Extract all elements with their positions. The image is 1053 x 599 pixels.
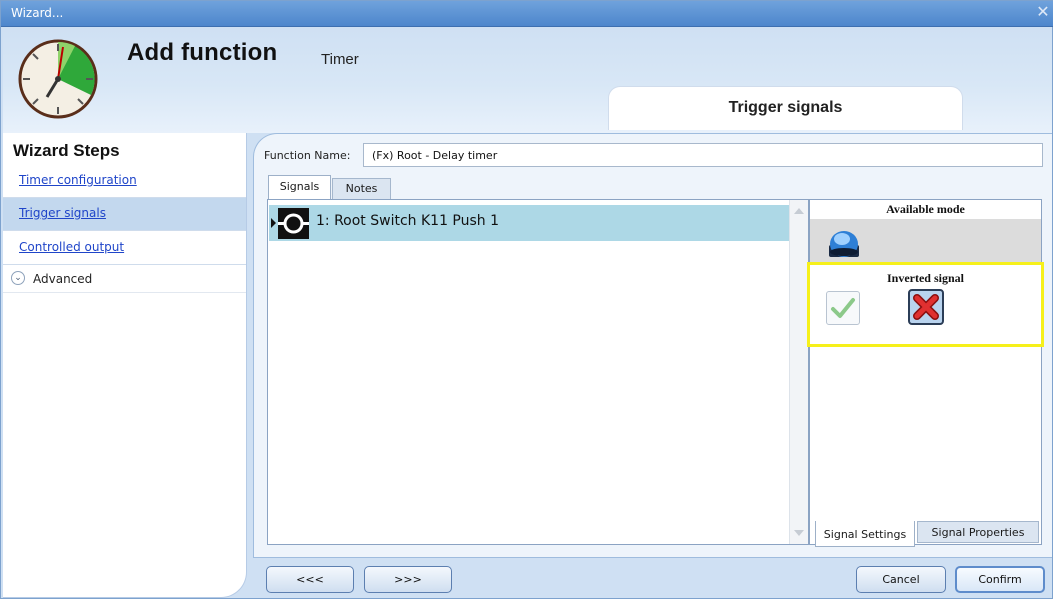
signal-list: 1: Root Switch K11 Push 1	[267, 199, 809, 545]
function-type-label: Timer	[321, 51, 359, 68]
green-check-icon	[831, 298, 855, 318]
advanced-section[interactable]: ⌄ Advanced	[3, 266, 246, 293]
sidebar-item-controlled-output[interactable]: Controlled output	[3, 232, 246, 265]
wizard-steps-panel: Wizard Steps Timer configuration Trigger…	[3, 133, 247, 598]
function-name-label: Function Name:	[264, 149, 351, 162]
blue-pushbutton-icon[interactable]	[827, 225, 861, 259]
wizard-steps-heading: Wizard Steps	[13, 141, 120, 160]
advanced-label: Advanced	[33, 272, 93, 286]
page-title: Add function	[127, 39, 278, 66]
sidebar-item-trigger-signals[interactable]: Trigger signals	[3, 198, 246, 231]
cancel-button[interactable]: Cancel	[856, 566, 946, 593]
title-bar: Wizard... ✕	[1, 1, 1053, 27]
current-step-label: Trigger signals	[728, 99, 843, 116]
window-title: Wizard...	[11, 6, 64, 20]
wizard-window: Wizard... ✕ Add function Timer Trigger s…	[0, 0, 1053, 599]
scroll-up-icon[interactable]	[794, 208, 804, 214]
available-mode-heading: Available mode	[810, 200, 1041, 218]
inverted-no-option[interactable]	[908, 289, 944, 325]
close-icon[interactable]: ✕	[1034, 3, 1052, 21]
scroll-down-icon[interactable]	[794, 530, 804, 536]
next-step-button[interactable]: >>>	[364, 566, 452, 593]
previous-step-button[interactable]: <<<	[266, 566, 354, 593]
sidebar-item-label[interactable]: Controlled output	[19, 240, 124, 254]
sidebar-item-label[interactable]: Trigger signals	[19, 206, 106, 220]
inverted-yes-option[interactable]	[826, 291, 860, 325]
timer-clock-icon	[18, 39, 98, 119]
tab-signal-settings[interactable]: Signal Settings	[815, 521, 915, 547]
confirm-button[interactable]: Confirm	[955, 566, 1045, 593]
red-x-icon	[913, 294, 939, 320]
current-step-tab: Trigger signals	[608, 86, 963, 130]
signal-label: 1: Root Switch K11 Push 1	[316, 213, 500, 229]
chevron-down-icon[interactable]: ⌄	[11, 271, 25, 285]
inverted-signal-section: Inverted signal	[807, 262, 1044, 347]
list-item[interactable]: 1: Root Switch K11 Push 1	[269, 205, 789, 241]
sidebar-item-timer-configuration[interactable]: Timer configuration	[3, 165, 246, 198]
tab-signal-properties[interactable]: Signal Properties	[917, 521, 1039, 543]
function-name-input[interactable]	[363, 143, 1043, 167]
tab-notes[interactable]: Notes	[332, 178, 391, 199]
row-pointer-icon	[271, 218, 276, 228]
sidebar-item-label[interactable]: Timer configuration	[19, 173, 137, 187]
wizard-header: Add function Timer Trigger signals	[3, 27, 1052, 133]
push-button-signal-icon	[278, 208, 309, 239]
signal-list-scrollbar[interactable]	[789, 200, 808, 544]
signal-settings-panel: Available mode	[809, 199, 1042, 545]
inverted-signal-heading: Inverted signal	[810, 269, 1041, 287]
tab-signals[interactable]: Signals	[268, 175, 331, 200]
available-mode-area	[810, 219, 1041, 265]
